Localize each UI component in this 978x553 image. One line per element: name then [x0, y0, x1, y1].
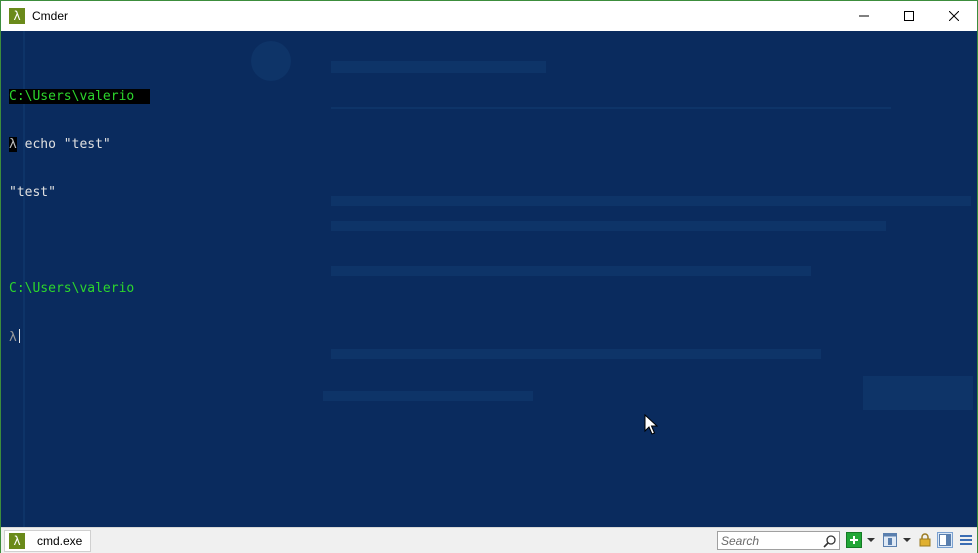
split-view-dropdown-icon[interactable]	[903, 538, 911, 542]
maximize-button[interactable]	[886, 1, 931, 31]
window-layout-icon	[883, 533, 897, 547]
new-console-dropdown-icon[interactable]	[867, 538, 875, 542]
maximize-icon	[903, 11, 914, 21]
new-console-button[interactable]	[846, 532, 862, 548]
panel-view-button[interactable]	[937, 532, 953, 548]
command-output: "test"	[9, 185, 56, 200]
menu-button[interactable]	[958, 532, 974, 548]
background-ghost-shape	[331, 61, 546, 73]
lock-button[interactable]	[917, 532, 933, 548]
console-tab[interactable]: λ cmd.exe	[4, 530, 91, 552]
tab-label: cmd.exe	[37, 534, 83, 548]
console-area[interactable]: C:\Users\valerio λ echo "test" "test" C:…	[1, 31, 977, 527]
background-ghost-shape	[251, 41, 291, 81]
close-button[interactable]	[931, 1, 976, 31]
plus-icon	[850, 536, 858, 544]
panel-icon	[939, 534, 951, 546]
background-ghost-shape	[331, 221, 886, 231]
search-icon[interactable]	[823, 534, 837, 548]
prompt-lambda: λ	[9, 137, 17, 152]
background-ghost-shape	[863, 376, 973, 410]
mouse-pointer-icon	[644, 414, 658, 435]
background-ghost-shape	[331, 196, 971, 206]
tab-cmder-icon: λ	[9, 533, 25, 549]
split-view-button[interactable]	[882, 532, 898, 548]
cmder-app-icon[interactable]: λ	[9, 8, 25, 24]
typed-command: echo "test"	[16, 137, 111, 152]
terminal-output[interactable]: C:\Users\valerio λ echo "test" "test" C:…	[9, 57, 151, 377]
window-title: Cmder	[32, 9, 69, 23]
minimize-button[interactable]	[841, 1, 886, 31]
prompt-path: C:\Users\valerio	[9, 89, 151, 104]
background-ghost-shape	[323, 391, 533, 401]
title-bar[interactable]: λ Cmder	[1, 1, 977, 31]
text-cursor	[18, 329, 20, 343]
minimize-icon	[858, 15, 869, 17]
hamburger-menu-icon	[960, 535, 972, 545]
terminal-line: "test"	[9, 185, 150, 201]
status-bar: λ cmd.exe	[1, 527, 977, 553]
cmder-window: λ Cmder C:\Users\valerio λ echo "test" "…	[0, 0, 978, 553]
close-icon	[948, 11, 959, 21]
prompt-lambda: λ	[9, 330, 17, 345]
terminal-line: C:\Users\valerio	[9, 281, 150, 297]
search-box[interactable]	[717, 531, 840, 550]
terminal-line: C:\Users\valerio	[9, 89, 151, 105]
background-ghost-shape	[331, 107, 891, 109]
search-input[interactable]	[721, 533, 821, 548]
background-ghost-shape	[331, 266, 811, 276]
prompt-path: C:\Users\valerio	[9, 281, 135, 296]
terminal-line: λ	[9, 329, 150, 345]
background-ghost-shape	[331, 349, 821, 359]
lock-icon	[919, 533, 931, 547]
terminal-line: λ echo "test"	[9, 137, 150, 153]
